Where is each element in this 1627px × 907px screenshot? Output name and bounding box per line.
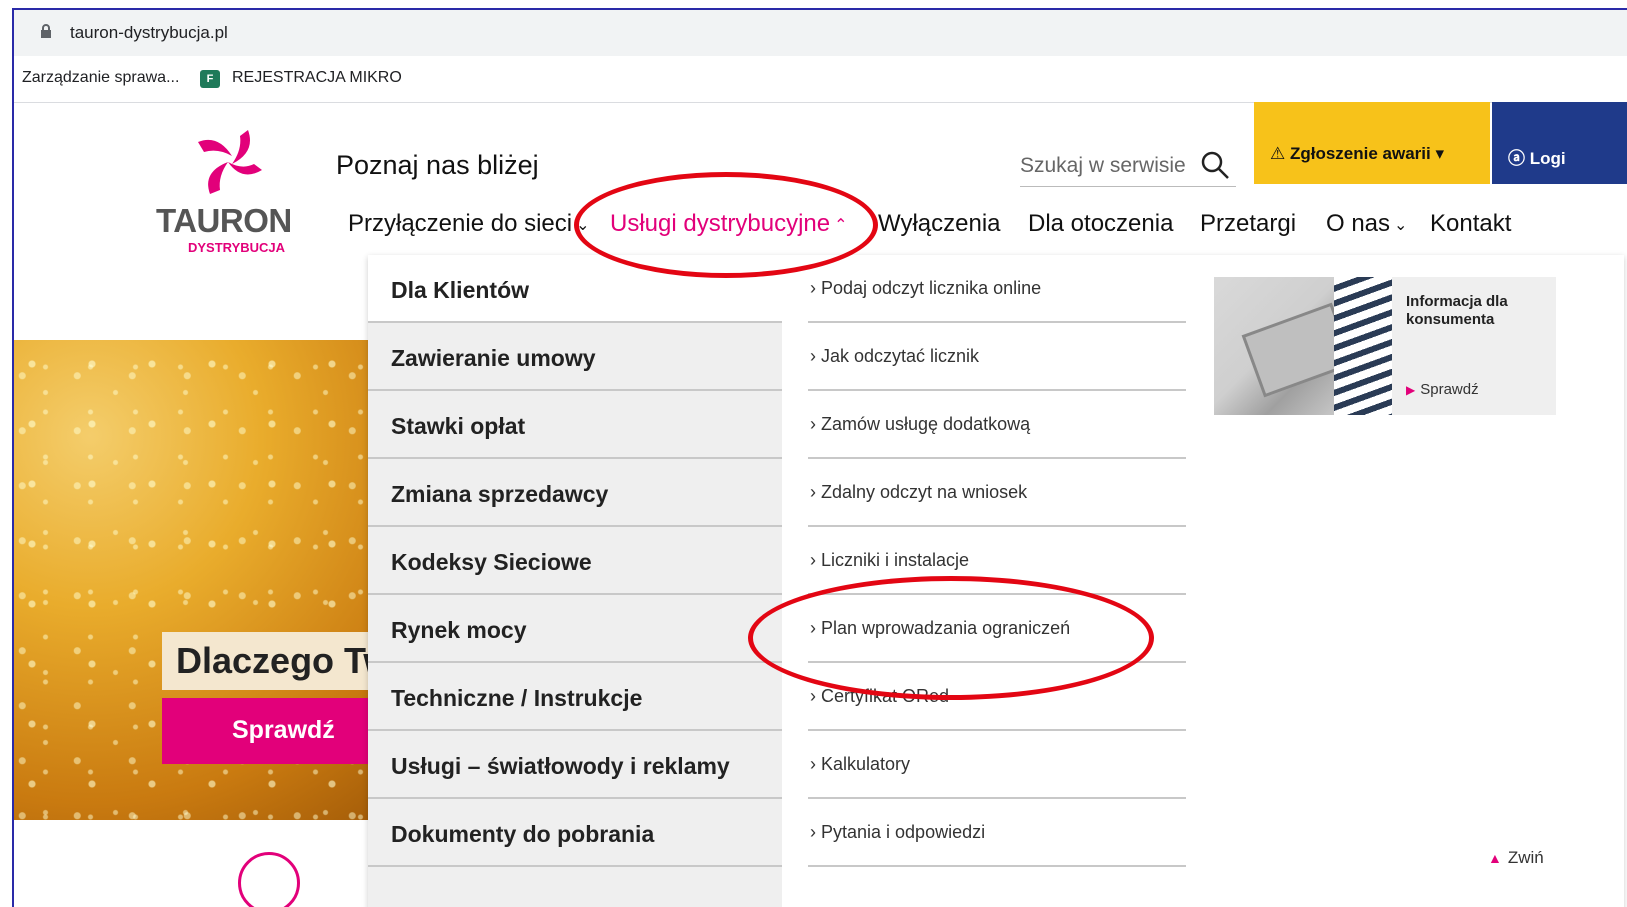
report-failure-label: ⚠ Zgłoszenie awarii ▾ bbox=[1270, 144, 1444, 163]
dropdown-menu: Dla Klientów Zawieranie umowy Stawki opł… bbox=[368, 255, 1624, 907]
menu-item-label: Dokumenty do pobrania bbox=[391, 821, 655, 847]
logo-mark-icon bbox=[198, 130, 262, 194]
link-certyfikat-ored[interactable]: › Certyfikat ORed bbox=[808, 663, 1186, 731]
menu-categories: Dla Klientów Zawieranie umowy Stawki opł… bbox=[368, 255, 782, 907]
nav-o-nas[interactable]: O nas ⌄ bbox=[1326, 210, 1407, 238]
link-liczniki-instalacje[interactable]: › Liczniki i instalacje bbox=[808, 527, 1186, 595]
link-podaj-odczyt[interactable]: › Podaj odczyt licznika online bbox=[808, 255, 1186, 323]
bookmark-rejestracja[interactable]: REJESTRACJA MIKRO bbox=[232, 69, 402, 87]
url-text[interactable]: tauron-dystrybucja.pl bbox=[70, 23, 228, 43]
search-box[interactable]: Szukaj w serwisie bbox=[1020, 146, 1236, 187]
link-label: › Kalkulatory bbox=[810, 754, 911, 774]
hero-caption: Dlaczego Tw bbox=[162, 632, 394, 690]
menu-item-label: Kodeksy Sieciowe bbox=[391, 549, 592, 575]
forms-icon: F bbox=[200, 70, 220, 88]
menu-item-techniczne[interactable]: Techniczne / Instrukcje bbox=[368, 663, 782, 731]
nav-dla-otoczenia[interactable]: Dla otoczenia bbox=[1028, 210, 1173, 238]
menu-item-label: Techniczne / Instrukcje bbox=[391, 685, 643, 711]
logo-text: TAURON bbox=[156, 202, 292, 239]
menu-item-dla-klientow[interactable]: Dla Klientów bbox=[368, 255, 782, 323]
hero-caption-text: Dlaczego Tw bbox=[176, 640, 392, 681]
browser-frame: tauron-dystrybucja.pl Zarządzanie sprawa… bbox=[12, 8, 1627, 907]
link-label: › Podaj odczyt licznika online bbox=[810, 278, 1042, 298]
link-jak-odczytac[interactable]: › Jak odczytać licznik bbox=[808, 323, 1186, 391]
link-label: › Zdalny odczyt na wniosek bbox=[810, 482, 1028, 502]
link-label: › Pytania i odpowiedzi bbox=[810, 822, 986, 842]
link-label: › Jak odczytać licznik bbox=[810, 346, 980, 366]
nav-label: Przyłączenie do sieci bbox=[348, 210, 573, 237]
link-label: › Zamów usługę dodatkową bbox=[810, 414, 1031, 434]
hero-button-label: Sprawdź bbox=[232, 716, 335, 744]
nav-przylaczenie[interactable]: Przyłączenie do sieci ⌄ bbox=[348, 210, 590, 238]
menu-item-label: Dla Klientów bbox=[391, 277, 530, 303]
menu-item-rynek-mocy[interactable]: Rynek mocy bbox=[368, 595, 782, 663]
nav-przetargi[interactable]: Przetargi bbox=[1200, 210, 1296, 238]
info-circle-icon bbox=[238, 852, 300, 907]
nav-uslugi-dystrybucyjne[interactable]: Usługi dystrybucyjne ⌃ bbox=[610, 210, 848, 238]
lock-icon bbox=[41, 24, 51, 38]
search-icon[interactable] bbox=[1200, 150, 1230, 180]
hero-sprawdz-button[interactable]: Sprawdź bbox=[162, 698, 394, 764]
menu-item-label: Rynek mocy bbox=[391, 617, 527, 643]
logo-subtext: DYSTRYBUCJA bbox=[188, 240, 286, 255]
link-label: › Liczniki i instalacje bbox=[810, 550, 970, 570]
menu-item-stawki-oplat[interactable]: Stawki opłat bbox=[368, 391, 782, 459]
chevron-up-icon: ⌃ bbox=[834, 216, 848, 234]
link-label: › Plan wprowadzania ograniczeń bbox=[810, 618, 1071, 638]
login-label: ⓐ Logi bbox=[1508, 149, 1566, 168]
menu-item-label: Zmiana sprzedawcy bbox=[391, 481, 609, 507]
link-plan-ograniczen[interactable]: › Plan wprowadzania ograniczeń bbox=[808, 595, 1186, 663]
tauron-logo[interactable]: TAURON DYSTRYBUCJA bbox=[150, 130, 310, 260]
chevron-down-icon: ⌄ bbox=[1394, 216, 1408, 234]
link-zdalny-odczyt[interactable]: › Zdalny odczyt na wniosek bbox=[808, 459, 1186, 527]
chevron-down-icon: ⌄ bbox=[576, 216, 590, 234]
card-title: Informacja dla konsumenta bbox=[1406, 293, 1508, 328]
address-bar[interactable]: tauron-dystrybucja.pl bbox=[14, 10, 1627, 56]
hero-banner: Dlaczego Tw Sprawdź bbox=[14, 340, 394, 820]
bookmark-zarzadzanie[interactable]: Zarządzanie sprawa... bbox=[22, 69, 179, 87]
menu-item-label: Zawieranie umowy bbox=[391, 345, 596, 371]
menu-item-dokumenty[interactable]: Dokumenty do pobrania bbox=[368, 799, 782, 867]
menu-item-label: Usługi – światłowody i reklamy bbox=[391, 753, 730, 779]
menu-item-zawieranie-umowy[interactable]: Zawieranie umowy bbox=[368, 323, 782, 391]
link-label: › Certyfikat ORed bbox=[810, 686, 950, 706]
link-pytania[interactable]: › Pytania i odpowiedzi bbox=[808, 799, 1186, 867]
menu-item-uslugi-swiatlowody[interactable]: Usługi – światłowody i reklamy bbox=[368, 731, 782, 799]
bookmarks-bar: Zarządzanie sprawa... F REJESTRACJA MIKR… bbox=[14, 56, 1627, 103]
menu-item-kodeksy-sieciowe[interactable]: Kodeksy Sieciowe bbox=[368, 527, 782, 595]
menu-item-label: Stawki opłat bbox=[391, 413, 526, 439]
search-input[interactable]: Szukaj w serwisie bbox=[1020, 154, 1186, 178]
link-kalkulatory[interactable]: › Kalkulatory bbox=[808, 731, 1186, 799]
report-failure-button[interactable]: ⚠ Zgłoszenie awarii ▾ bbox=[1254, 102, 1490, 184]
login-button[interactable]: ⓐ Logi bbox=[1492, 102, 1627, 184]
shirt-shape bbox=[1334, 277, 1392, 415]
collapse-button[interactable]: Zwiń bbox=[1488, 848, 1544, 868]
link-zamow-usluge[interactable]: › Zamów usługę dodatkową bbox=[808, 391, 1186, 459]
nav-label: O nas bbox=[1326, 210, 1391, 237]
page-title[interactable]: Poznaj nas bliżej bbox=[336, 150, 539, 181]
nav-label: Usługi dystrybucyjne bbox=[610, 210, 831, 237]
card-sprawdz-link[interactable]: Sprawdź bbox=[1406, 381, 1478, 398]
consumer-info-card[interactable]: Informacja dla konsumenta Sprawdź bbox=[1214, 277, 1556, 415]
nav-kontakt[interactable]: Kontakt bbox=[1430, 210, 1511, 238]
menu-item-zmiana-sprzedawcy[interactable]: Zmiana sprzedawcy bbox=[368, 459, 782, 527]
nav-wylaczenia[interactable]: Wyłączenia bbox=[878, 210, 1001, 238]
card-image bbox=[1214, 277, 1392, 415]
